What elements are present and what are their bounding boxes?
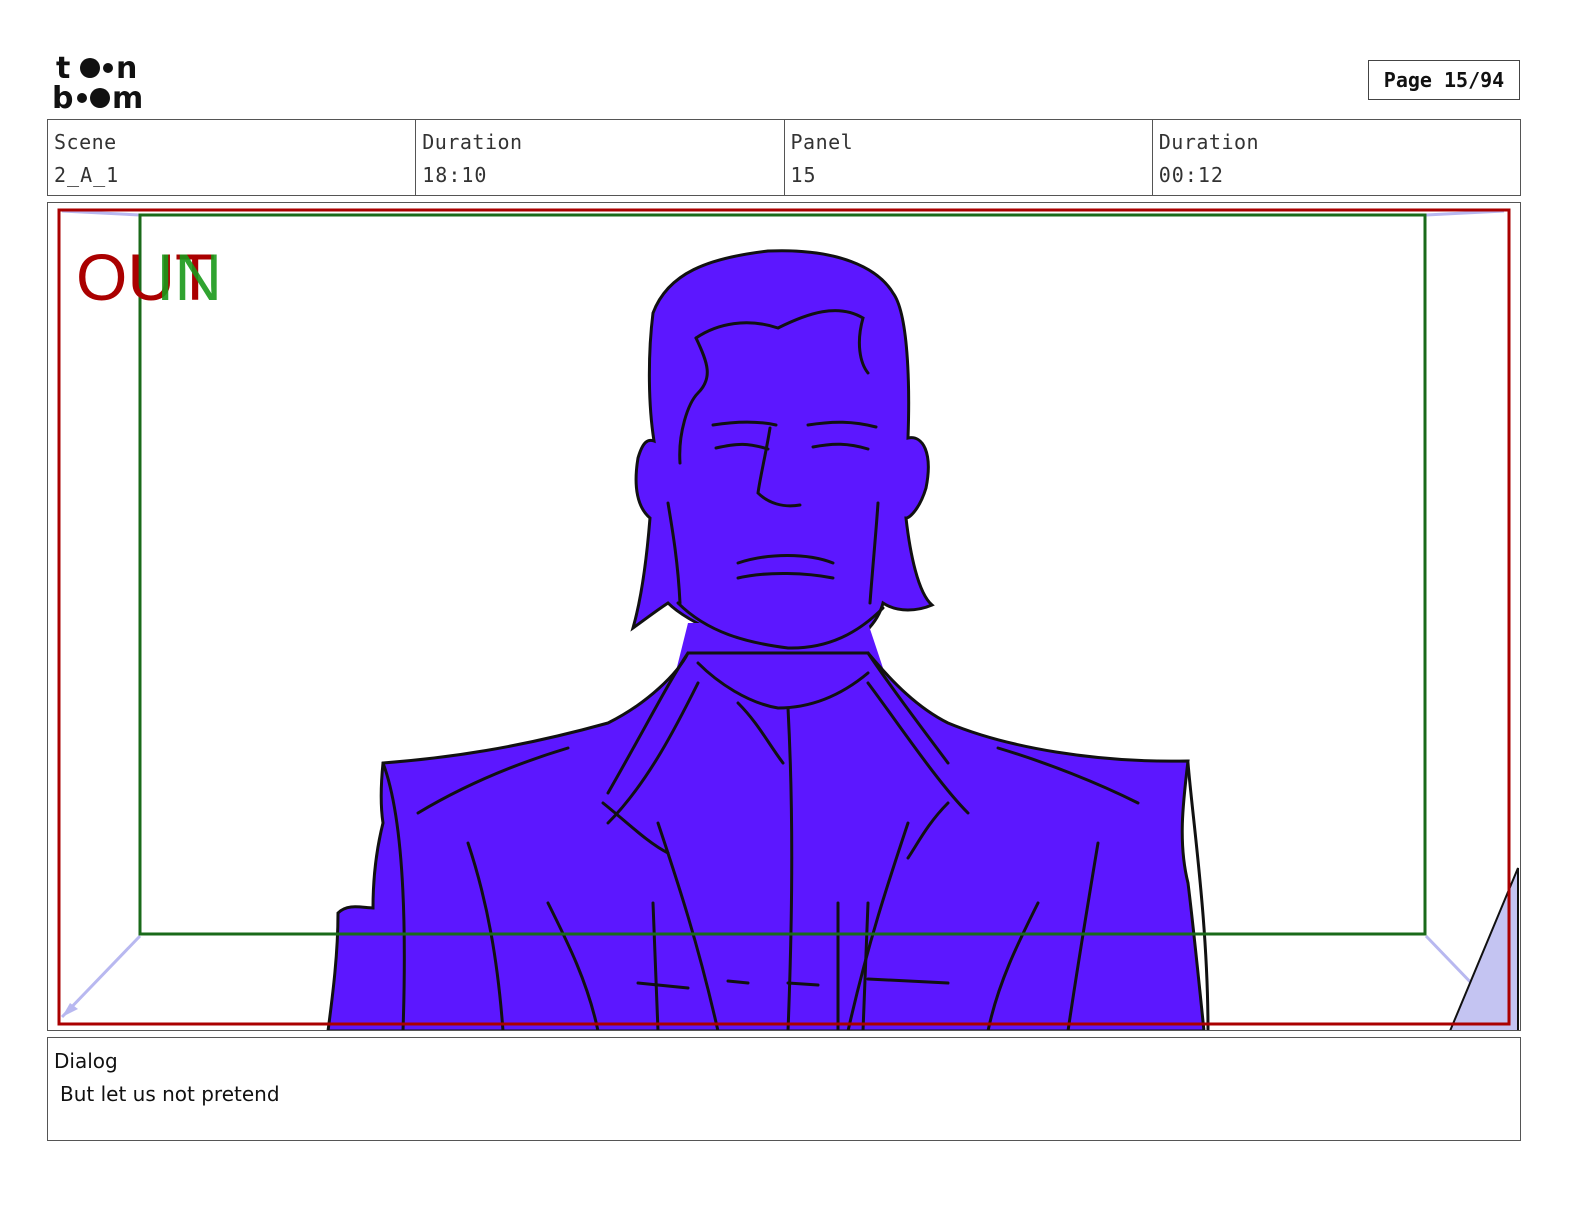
svg-text:m: m (112, 81, 143, 114)
dialog-text: But let us not pretend (60, 1082, 280, 1106)
dialog-label: Dialog (54, 1049, 118, 1073)
page-number: Page 15/94 (1368, 60, 1520, 100)
scene-duration-value: 18:10 (422, 163, 488, 187)
panel-cell: Panel 15 (785, 120, 1153, 195)
panel-duration-label: Duration (1158, 130, 1260, 154)
storyboard-panel: OUT IN (47, 202, 1521, 1031)
in-label: IN (156, 240, 222, 314)
panel-label: Panel (790, 130, 854, 154)
panel-duration-value: 00:12 (1158, 163, 1224, 187)
scene-value: 2_A_1 (54, 163, 120, 187)
toonboom-logo: t n b m (52, 48, 172, 114)
dialog-section: Dialog But let us not pretend (47, 1037, 1521, 1141)
scene-duration-label: Duration (422, 130, 523, 154)
scene-info-table: Scene 2_A_1 Duration 18:10 Panel 15 Dura… (47, 119, 1521, 196)
scene-cell: Scene 2_A_1 (48, 120, 417, 195)
panel-value: 15 (790, 163, 817, 187)
character-figure (326, 249, 1210, 1030)
panel-drawing: OUT IN (57, 208, 1519, 1030)
svg-text:b: b (52, 81, 73, 114)
panel-duration-cell: Duration 00:12 (1153, 120, 1520, 195)
scene-label: Scene (54, 130, 117, 154)
scene-duration-cell: Duration 18:10 (416, 120, 785, 195)
